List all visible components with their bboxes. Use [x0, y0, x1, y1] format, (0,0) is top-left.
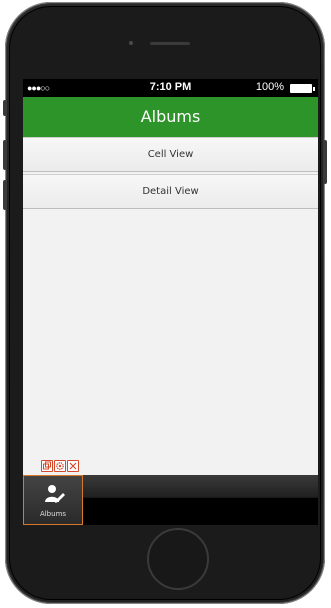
app-screen: ●●●○○ 7:10 PM 100% Albums Cell View Deta…: [23, 79, 318, 525]
home-button[interactable]: [147, 528, 209, 590]
duplicate-button[interactable]: [41, 460, 53, 472]
tab-albums[interactable]: Albums: [23, 475, 83, 525]
user-edit-icon: [45, 485, 65, 503]
list-item-detail-view[interactable]: Detail View: [23, 174, 318, 209]
battery-icon: [290, 84, 315, 93]
page-title: Albums: [140, 107, 201, 126]
settings-button[interactable]: [54, 460, 66, 472]
navigation-bar: Albums: [23, 97, 318, 137]
settings-icon: [56, 462, 64, 470]
duplicate-icon: [43, 461, 51, 470]
earpiece-speaker: [150, 42, 190, 45]
mute-switch: [3, 100, 7, 116]
volume-down-button: [3, 180, 7, 210]
front-camera: [129, 41, 133, 45]
close-icon: [69, 462, 77, 470]
tab-bar: Albums: [23, 475, 318, 525]
tab-label: Albums: [39, 510, 67, 518]
volume-up-button: [3, 140, 7, 170]
power-button: [323, 140, 327, 184]
list-item-cell-view[interactable]: Cell View: [23, 137, 318, 172]
battery-percentage: 100%: [255, 81, 284, 93]
status-bar: ●●●○○ 7:10 PM 100%: [23, 79, 318, 97]
close-button[interactable]: [67, 460, 79, 472]
